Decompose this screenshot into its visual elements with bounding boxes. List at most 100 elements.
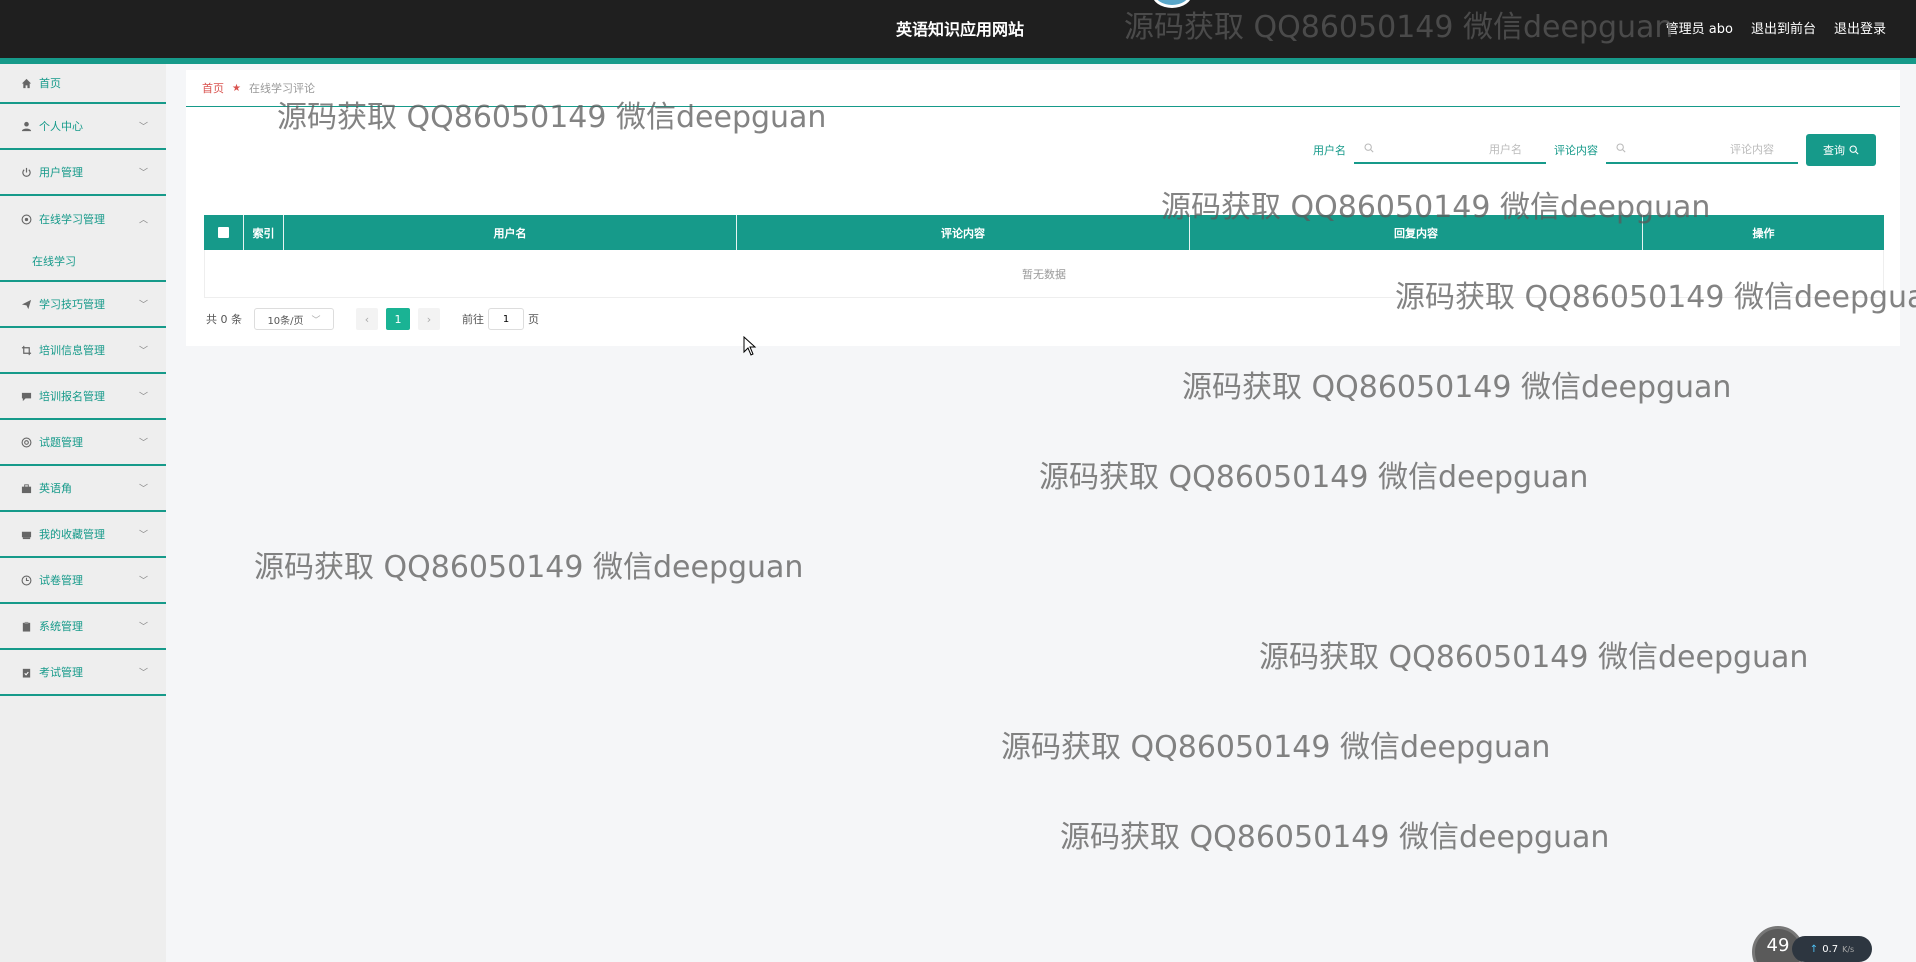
- sidebar-item-label: 培训报名管理: [39, 390, 105, 403]
- comment-icon: [20, 390, 32, 402]
- query-button[interactable]: 查询: [1806, 134, 1876, 166]
- sidebar-item-label: 在线学习管理: [39, 213, 105, 226]
- watermark-text: 源码获取 QQ86050149 微信deepguan: [1001, 730, 1551, 765]
- sidebar-item-label: 试题管理: [39, 436, 83, 449]
- star-icon: ★: [232, 82, 241, 94]
- at-icon: [20, 436, 32, 448]
- sidebar-item-label: 系统管理: [39, 620, 83, 633]
- admin-user-label[interactable]: 管理员 abo: [1666, 18, 1733, 37]
- column-header-username: 用户名: [284, 215, 737, 250]
- select-all-checkbox[interactable]: [218, 227, 229, 238]
- network-speed-widget[interactable]: 49 ↑ 0.7 K/s: [1752, 922, 1872, 962]
- chevron-down-icon: ﹀: [138, 346, 148, 357]
- chevron-down-icon: ﹀: [138, 668, 148, 679]
- sidebar-item-user-management[interactable]: 用户管理 ﹀: [0, 150, 166, 196]
- avatar[interactable]: [1152, 0, 1192, 8]
- chevron-down-icon: ﹀: [138, 484, 148, 495]
- sidebar-item-home[interactable]: 首页: [0, 64, 166, 104]
- column-header-reply: 回复内容: [1190, 215, 1643, 250]
- sidebar-item-label: 考试管理: [39, 666, 83, 679]
- site-title: 英语知识应用网站: [896, 20, 1025, 39]
- globe-icon: [20, 213, 32, 225]
- sidebar-item-exam-management[interactable]: 考试管理 ﹀: [0, 650, 166, 696]
- watermark-text: 源码获取 QQ86050149 微信deepguan: [1060, 820, 1610, 855]
- power-icon: [20, 166, 32, 178]
- clock-icon: [20, 574, 32, 586]
- table-empty-row: 暂无数据: [204, 250, 1884, 298]
- send-icon: [20, 298, 32, 310]
- breadcrumb-current: 在线学习评论: [248, 82, 315, 95]
- prev-page-button[interactable]: ‹: [356, 308, 378, 330]
- comment-input[interactable]: [1606, 136, 1798, 162]
- chevron-down-icon: ﹀: [138, 576, 148, 587]
- sidebar-item-online-learning-management[interactable]: 在线学习管理 ︿: [0, 196, 166, 242]
- sidebar-item-english-corner[interactable]: 英语角 ﹀: [0, 466, 166, 512]
- comment-label: 评论内容: [1554, 144, 1598, 157]
- comments-table: 索引 用户名 评论内容 回复内容 操作 暂无数据: [204, 215, 1884, 298]
- watermark-text: 源码获取 QQ86050149 微信deepguan: [254, 550, 804, 585]
- page-number-button[interactable]: 1: [386, 308, 410, 330]
- user-icon: [20, 120, 32, 132]
- page-size-value: 10条/页: [267, 315, 304, 327]
- empty-text: 暂无数据: [1022, 267, 1066, 281]
- crop-icon: [20, 344, 32, 356]
- net-speed-value: 0.7: [1822, 943, 1839, 955]
- sidebar-item-training-registration-management[interactable]: 培训报名管理 ﹀: [0, 374, 166, 420]
- chevron-down-icon: ﹀: [138, 622, 148, 633]
- sidebar-item-question-management[interactable]: 试题管理 ﹀: [0, 420, 166, 466]
- sidebar-item-study-tips-management[interactable]: 学习技巧管理 ﹀: [0, 282, 166, 328]
- sidebar-item-my-favorites-management[interactable]: 我的收藏管理 ﹀: [0, 512, 166, 558]
- pagination: 共 0 条 10条/页 ﹀ ‹ 1 › 前往 页: [206, 308, 539, 330]
- briefcase-icon: [20, 482, 32, 494]
- tray-icon: [20, 528, 32, 540]
- page-size-select[interactable]: 10条/页 ﹀: [254, 308, 334, 330]
- chevron-down-icon: ﹀: [138, 168, 148, 179]
- sidebar-item-label: 用户管理: [39, 166, 83, 179]
- sidebar-item-label: 个人中心: [39, 120, 83, 133]
- comment-search-box: [1606, 136, 1798, 164]
- username-input[interactable]: [1354, 136, 1546, 162]
- chevron-up-icon: ︿: [138, 215, 148, 226]
- page-suffix: 页: [528, 313, 539, 326]
- sidebar-item-label: 首页: [39, 77, 61, 90]
- home-icon: [20, 77, 32, 89]
- top-links: 管理员 abo 退出到前台 退出登录: [1666, 18, 1886, 37]
- upload-arrow-icon: ↑: [1809, 943, 1819, 955]
- main-panel: 首页 ★ 在线学习评论 用户名 评论内容 查询 索引: [186, 70, 1900, 346]
- query-button-label: 查询: [1823, 145, 1845, 157]
- watermark-text: 源码获取 QQ86050149 微信deepguan: [1182, 370, 1732, 405]
- clipboard-icon: [20, 620, 32, 632]
- breadcrumb-divider: [186, 106, 1900, 107]
- sidebar-item-label: 培训信息管理: [39, 344, 105, 357]
- breadcrumb: 首页 ★ 在线学习评论: [202, 80, 315, 96]
- clipboard-check-icon: [20, 666, 32, 678]
- select-all-cell: [204, 215, 244, 250]
- sidebar-subitem-online-learning[interactable]: 在线学习: [0, 242, 166, 282]
- net-percent: 49: [1766, 935, 1790, 956]
- username-search-box: [1354, 136, 1546, 164]
- column-header-actions: 操作: [1752, 226, 1775, 240]
- goto-page-input[interactable]: [488, 308, 524, 330]
- column-header-index: 索引: [244, 215, 284, 250]
- sidebar-item-label: 试卷管理: [39, 574, 83, 587]
- sidebar-item-label: 我的收藏管理: [39, 528, 105, 541]
- chevron-down-icon: ﹀: [138, 392, 148, 403]
- sidebar-item-exam-paper-management[interactable]: 试卷管理 ﹀: [0, 558, 166, 604]
- chevron-down-icon: ﹀: [138, 300, 148, 311]
- sidebar: 首页 个人中心 ﹀ 用户管理 ﹀ 在线学习管理 ︿ 在线学习 学习技巧管理 ﹀ …: [0, 64, 166, 962]
- chevron-down-icon: ﹀: [138, 530, 148, 541]
- chevron-down-icon: ﹀: [311, 315, 321, 326]
- search-icon: [1849, 145, 1859, 155]
- next-page-button[interactable]: ›: [418, 308, 440, 330]
- sidebar-item-system-management[interactable]: 系统管理 ﹀: [0, 604, 166, 650]
- exit-to-front-link[interactable]: 退出到前台: [1751, 18, 1816, 37]
- logout-link[interactable]: 退出登录: [1834, 18, 1886, 37]
- sidebar-item-label: 英语角: [39, 482, 72, 495]
- sidebar-item-training-info-management[interactable]: 培训信息管理 ﹀: [0, 328, 166, 374]
- sidebar-item-personal-center[interactable]: 个人中心 ﹀: [0, 104, 166, 150]
- username-label: 用户名: [1313, 144, 1346, 157]
- column-header-comment: 评论内容: [737, 215, 1190, 250]
- chevron-down-icon: ﹀: [138, 122, 148, 133]
- breadcrumb-home[interactable]: 首页: [202, 80, 224, 96]
- sidebar-item-label: 学习技巧管理: [39, 298, 105, 311]
